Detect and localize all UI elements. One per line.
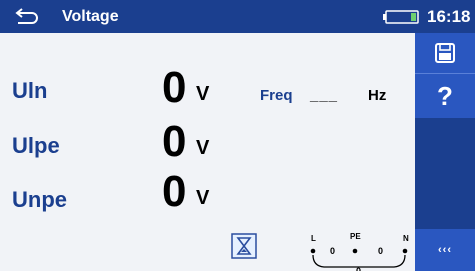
terminal-label-l: L (311, 234, 316, 243)
terminal-dot-n (402, 248, 408, 254)
terminal-value-pe-n: 0 (378, 246, 383, 256)
ulpe-value: 0 (162, 117, 187, 166)
uln-label: Uln (12, 78, 48, 103)
back-arrow-icon[interactable] (14, 7, 40, 25)
unpe-label: Unpe (12, 187, 67, 212)
unpe-unit: V (196, 187, 210, 209)
terminal-label-n: N (403, 234, 409, 243)
terminal-value-l-n: 0 (356, 266, 361, 271)
unpe-value: 0 (162, 167, 187, 216)
title-bar: Voltage 16:18 (0, 0, 475, 33)
freq-value: ___ (310, 87, 339, 104)
measurement-panel: Uln 0 V Ulpe 0 V Unpe 0 V Freq ___ Hz L … (0, 33, 415, 271)
save-button[interactable] (415, 33, 475, 73)
uln-unit: V (196, 83, 210, 105)
terminal-dot-l (310, 248, 316, 254)
ulpe-unit: V (196, 137, 210, 159)
freq-label: Freq (260, 87, 293, 104)
hourglass-icon (231, 233, 257, 259)
battery-icon (383, 10, 419, 24)
terminal-value-l-pe: 0 (330, 246, 335, 256)
instrument-screen: Voltage 16:18 Uln 0 V Ulpe 0 V Unpe 0 V … (0, 0, 475, 271)
terminal-diagram: L PE N 0 0 0 (310, 232, 409, 271)
page-title: Voltage (62, 8, 119, 25)
clock: 16:18 (427, 7, 471, 26)
terminal-dot-pe (352, 248, 358, 254)
more-icon: ‹‹‹ (438, 244, 452, 256)
freq-unit: Hz (368, 87, 387, 104)
uln-value: 0 (162, 63, 187, 112)
help-icon: ? (437, 80, 453, 111)
more-button[interactable]: ‹‹‹ (415, 229, 475, 271)
save-icon (435, 43, 455, 63)
sidebar: ? ‹‹‹ (415, 33, 475, 271)
terminal-label-pe: PE (350, 232, 361, 241)
ulpe-label: Ulpe (12, 133, 60, 158)
help-button[interactable]: ? (415, 73, 475, 118)
